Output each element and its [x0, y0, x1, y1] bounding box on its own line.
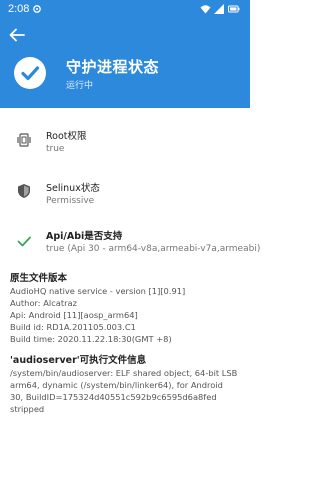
audioserver-info-line: 30, BuildID=175324d40551c592b9c6595d6a8f… — [10, 392, 217, 402]
native-version-line: Build time: 2020.11.22.18:30(GMT +8) — [10, 334, 172, 344]
status-time: 2:08 — [8, 3, 30, 15]
native-version-line: AudioHQ native service - version [1][0.9… — [10, 286, 186, 296]
root-permission-icon — [17, 133, 31, 147]
check-circle-icon — [21, 66, 40, 81]
audioserver-info-line: arm64, dynamic (/system/bin/linker64), f… — [10, 380, 223, 390]
row-value: true (Api 30 - arm64-v8a,armeabi-v7a,arm… — [46, 244, 261, 254]
audioserver-info-line: /system/bin/audioserver: ELF shared obje… — [10, 368, 238, 378]
audioserver-info-line: stripped — [10, 404, 45, 414]
battery-icon — [228, 5, 240, 13]
shield-icon — [18, 184, 30, 198]
app-header: 2:08 守护进程状态 运行中 — [0, 0, 250, 108]
native-version-line: Build id: RD1A.201105.003.C1 — [10, 322, 136, 332]
row-title: Root权限 — [46, 131, 87, 142]
row-value: Permissive — [46, 196, 95, 206]
row-title: Selinux状态 — [46, 183, 100, 194]
wifi-icon — [200, 5, 211, 14]
selinux-row[interactable]: Selinux状态 Permissive — [0, 174, 250, 214]
row-value: true — [46, 144, 65, 154]
page-title: 守护进程状态 — [66, 58, 160, 76]
status-bar: 2:08 — [0, 0, 250, 20]
back-arrow-button[interactable] — [8, 26, 26, 44]
audioserver-info-title: 'audioserver'可执行文件信息 — [10, 355, 147, 366]
check-icon — [17, 236, 31, 247]
api-abi-row[interactable]: Api/Abi是否支持 true (Api 30 - arm64-v8a,arm… — [0, 226, 260, 264]
native-version-line: Author: Alcatraz — [10, 298, 77, 308]
row-title: Api/Abi是否支持 — [46, 231, 123, 242]
root-permission-row[interactable]: Root权限 true — [0, 124, 250, 162]
page-subtitle: 运行中 — [66, 81, 94, 91]
cellular-signal-icon — [214, 4, 224, 14]
settings-status-icon — [33, 5, 41, 13]
native-version-title: 原生文件版本 — [10, 273, 68, 284]
native-version-line: Api: Android [11][aosp_arm64] — [10, 310, 138, 320]
status-badge — [14, 57, 46, 89]
